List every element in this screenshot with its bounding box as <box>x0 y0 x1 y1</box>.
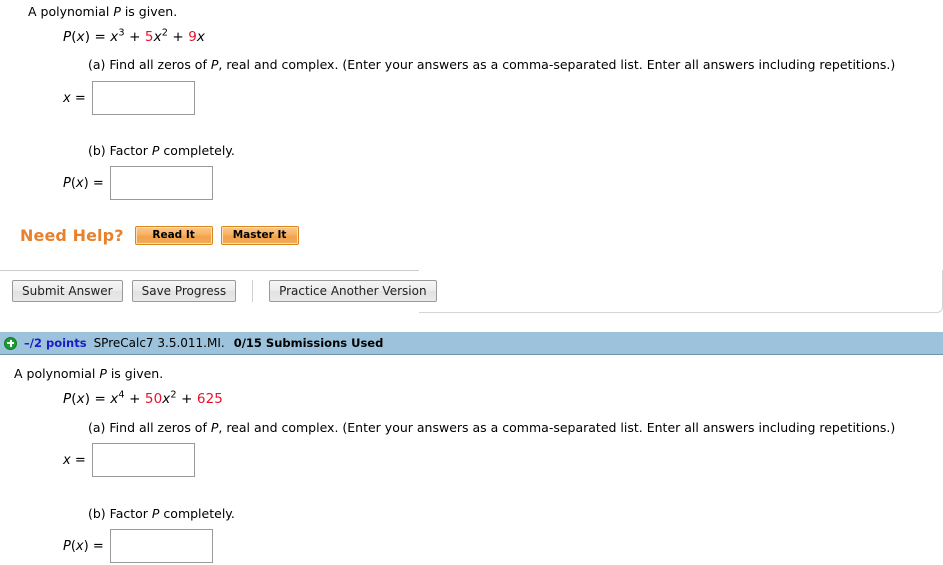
question-2-intro: A polynomial P is given. <box>14 366 163 381</box>
part-b-pre: (b) Factor <box>88 143 152 158</box>
eq-equals: = <box>90 29 110 45</box>
eq-plus-2: + <box>177 391 197 407</box>
button-divider <box>252 280 253 302</box>
action-buttons-row: Submit Answer Save Progress Practice Ano… <box>12 280 437 302</box>
eq-p: P <box>63 29 71 45</box>
eq-term3-coef: 9 <box>188 29 197 45</box>
expand-plus-icon[interactable] <box>4 337 17 350</box>
points-label: –/2 points <box>24 336 87 350</box>
eq-p: P <box>63 391 71 407</box>
eq-term2-var: x <box>154 29 162 45</box>
question-2-part-b: (b) Factor P completely. <box>88 506 235 521</box>
zeros-input[interactable] <box>92 443 195 477</box>
part-a-pre: (a) Find all zeros of <box>88 420 211 435</box>
eq-plus-2: + <box>168 29 188 45</box>
action-panel <box>419 270 943 313</box>
factor-input[interactable] <box>110 166 213 200</box>
part-b-post: completely. <box>159 506 234 521</box>
question-1-part-b: (b) Factor P completely. <box>88 143 235 158</box>
zeros-input[interactable] <box>92 81 195 115</box>
practice-another-version-button[interactable]: Practice Another Version <box>269 280 436 302</box>
question-2-part-a: (a) Find all zeros of P, real and comple… <box>88 420 895 435</box>
intro-text-post: is given. <box>121 4 177 19</box>
intro-text-pre: A polynomial <box>28 4 113 19</box>
question-1-equation: P(x) = x3 + 5x2 + 9x <box>63 30 205 45</box>
eq-term2-coef: 5 <box>145 29 154 45</box>
eq-plus-1: + <box>125 391 145 407</box>
eq-term3-coef: 625 <box>197 391 223 407</box>
part-a-post: , real and complex. (Enter your answers … <box>218 420 895 435</box>
eq-term2-coef: 50 <box>145 391 162 407</box>
part-b-pre: (b) Factor <box>88 506 152 521</box>
question-header-bar: –/2 points SPreCalc7 3.5.011.MI. 0/15 Su… <box>0 332 943 355</box>
eq-equals: = <box>90 391 110 407</box>
answer-a-label: x = <box>63 453 92 468</box>
intro-text-pre: A polynomial <box>14 366 99 381</box>
part-a-post: , real and complex. (Enter your answers … <box>218 57 895 72</box>
submit-answer-button[interactable]: Submit Answer <box>12 280 123 302</box>
answer-a-label-eq: = <box>71 91 86 106</box>
eq-plus-1: + <box>125 29 145 45</box>
answer-b-label-eq: = <box>89 176 104 191</box>
question-1-part-a: (a) Find all zeros of P, real and comple… <box>88 57 895 72</box>
question-1-answer-a-row: x = <box>63 81 195 115</box>
answer-a-label: x = <box>63 91 92 106</box>
answer-a-label-eq: = <box>71 453 86 468</box>
answer-b-label-eq: = <box>89 539 104 554</box>
read-it-button[interactable]: Read It <box>135 226 213 245</box>
intro-text-post: is given. <box>107 366 163 381</box>
save-progress-button[interactable]: Save Progress <box>132 280 236 302</box>
eq-x: x <box>77 29 85 45</box>
question-1-answer-b-row: P(x) = <box>63 166 213 200</box>
intro-var-p: P <box>113 4 121 19</box>
answer-b-label: P(x) = <box>63 539 110 554</box>
answer-a-label-x: x <box>63 91 71 106</box>
answer-b-label-x: x <box>76 176 84 191</box>
answer-b-label: P(x) = <box>63 176 110 191</box>
answer-b-label-p: P <box>63 176 71 191</box>
answer-b-label-x: x <box>76 539 84 554</box>
answer-a-label-x: x <box>63 453 71 468</box>
question-1-intro: A polynomial P is given. <box>28 4 177 19</box>
intro-var-p: P <box>99 366 107 381</box>
question-code-label: SPreCalc7 3.5.011.MI. <box>94 336 225 350</box>
part-b-post: completely. <box>159 143 234 158</box>
answer-b-label-p: P <box>63 539 71 554</box>
factor-input[interactable] <box>110 529 213 563</box>
eq-x: x <box>77 391 85 407</box>
master-it-button[interactable]: Master It <box>221 226 299 245</box>
question-2-equation: P(x) = x4 + 50x2 + 625 <box>63 392 223 407</box>
question-2-answer-b-row: P(x) = <box>63 529 213 563</box>
submissions-used-label: 0/15 Submissions Used <box>234 336 384 350</box>
eq-term3-var: x <box>197 29 205 45</box>
need-help-label: Need Help? <box>20 226 124 245</box>
part-a-pre: (a) Find all zeros of <box>88 57 211 72</box>
question-2-answer-a-row: x = <box>63 443 195 477</box>
need-help-row: Need Help? Read It Master It <box>20 226 307 245</box>
